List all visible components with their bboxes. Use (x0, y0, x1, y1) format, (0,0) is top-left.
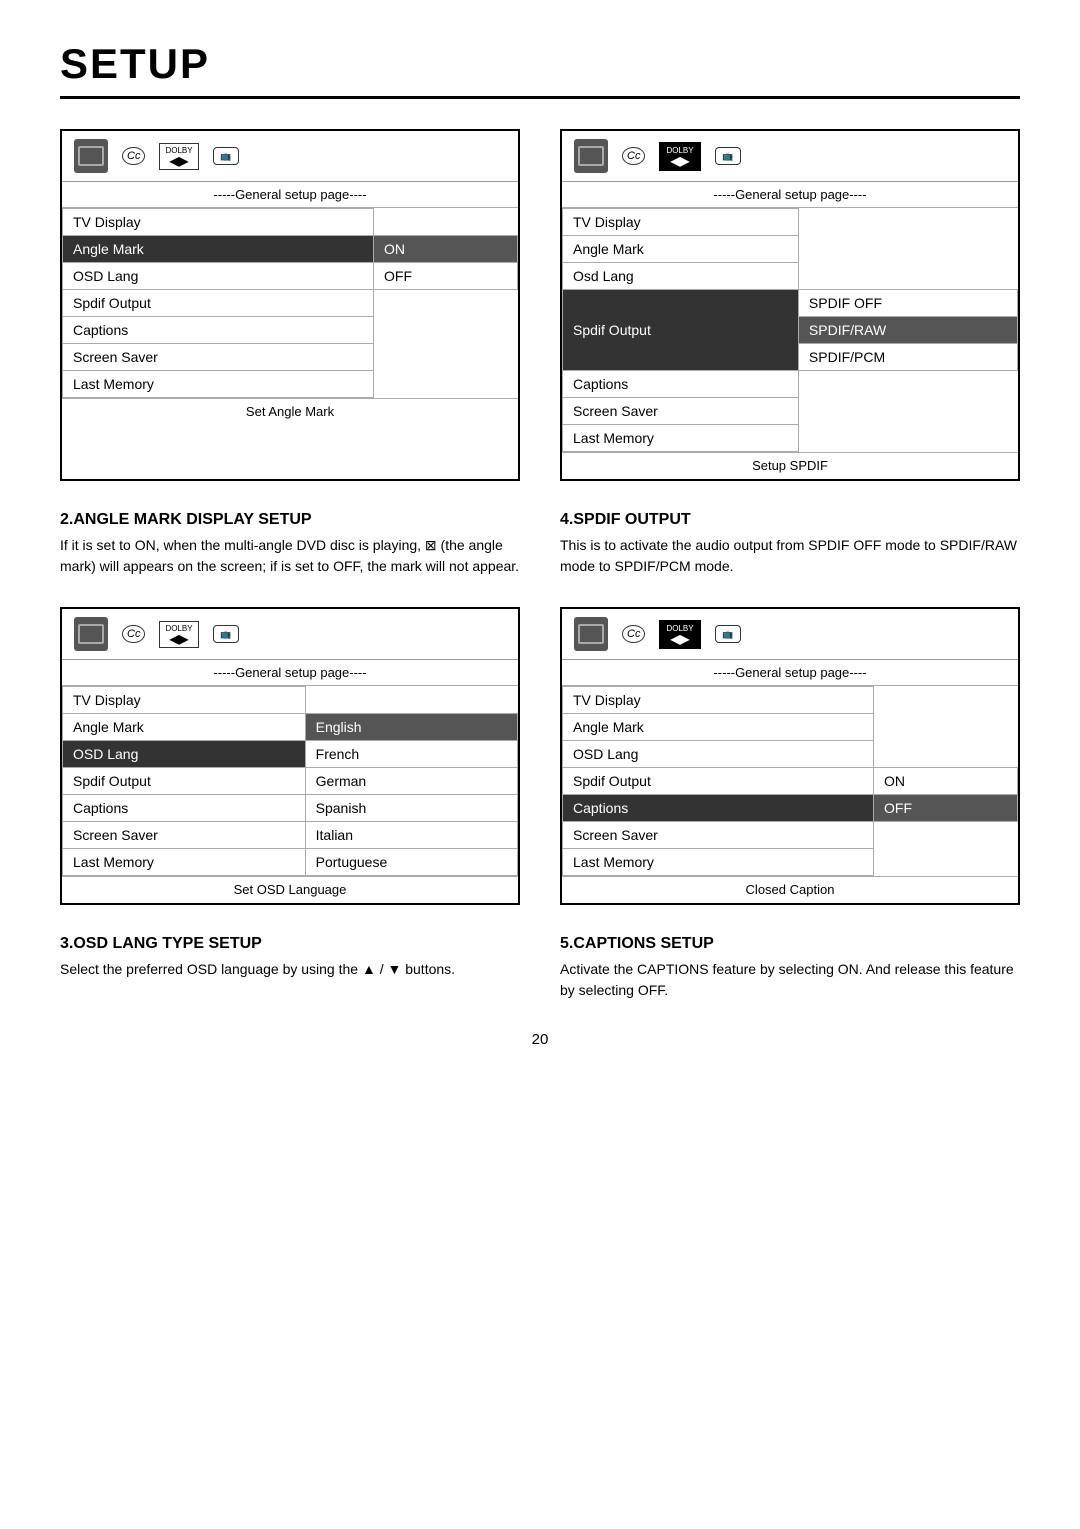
desc-angle-mark-title: 2.ANGLE MARK DISPLAY SETUP (60, 511, 520, 529)
disc-icon-4 (574, 617, 608, 651)
diagram-3: Cc DOLBY ◀▶ 📺 -----General setup page---… (60, 607, 520, 905)
desc-captions-title: 5.CAPTIONS SETUP (560, 935, 1020, 953)
desc-spdif-text: This is to activate the audio output fro… (560, 535, 1020, 577)
menu-row: Angle Mark (563, 236, 1018, 263)
page-number: 20 (60, 1031, 1020, 1048)
bottom-label-3: Set OSD Language (62, 876, 518, 903)
menu-row: Spdif OutputGerman (63, 768, 518, 795)
diagram-4: Cc DOLBY ◀▶ 📺 -----General setup page---… (560, 607, 1020, 905)
menu-row: Last Memory (563, 849, 1018, 876)
dolby-icon-4: DOLBY ◀▶ (659, 620, 700, 649)
bottom-label-2: Setup SPDIF (562, 452, 1018, 479)
menu-row: Captions (563, 371, 1018, 398)
menu-row: CaptionsOFF (563, 795, 1018, 822)
menu-row: Captions (63, 317, 518, 344)
eye-icon-2: 📺 (715, 147, 741, 165)
menu-row: Last Memory (563, 425, 1018, 452)
diagram-2-menu: TV Display Angle Mark Osd Lang Spdif Out… (562, 208, 1018, 452)
dolby-icon-3: DOLBY ◀▶ (159, 621, 198, 648)
bottom-label-1: Set Angle Mark (62, 398, 518, 425)
bottom-label-4: Closed Caption (562, 876, 1018, 903)
menu-row: OSD LangOFF (63, 263, 518, 290)
cc-icon-3: Cc (122, 625, 145, 643)
eye-icon: 📺 (213, 147, 239, 165)
menu-row: Osd Lang (563, 263, 1018, 290)
diagram-2: Cc DOLBY ◀▶ 📺 -----General setup page---… (560, 129, 1020, 481)
cc-icon: Cc (122, 147, 145, 165)
menu-row: Screen Saver (63, 344, 518, 371)
disc-icon-2 (574, 139, 608, 173)
diagram-1-menu: TV Display Angle MarkON OSD LangOFF Spdi… (62, 208, 518, 398)
eye-icon-4: 📺 (715, 625, 741, 643)
desc-angle-mark-text: If it is set to ON, when the multi-angle… (60, 535, 520, 577)
menu-row: Angle MarkON (63, 236, 518, 263)
menu-row: OSD Lang (563, 741, 1018, 768)
menu-row: TV Display (563, 687, 1018, 714)
cc-icon-4: Cc (622, 625, 645, 643)
setup-page-label-2: -----General setup page---- (562, 182, 1018, 208)
diagram-4-menu: TV Display Angle Mark OSD Lang Spdif Out… (562, 686, 1018, 876)
menu-row: Screen Saver (563, 822, 1018, 849)
page-title: SETUP (60, 40, 1020, 99)
menu-row: Screen Saver (563, 398, 1018, 425)
menu-row: Angle Mark (563, 714, 1018, 741)
menu-row: Last Memory (63, 371, 518, 398)
disc-icon (74, 139, 108, 173)
menu-row: OSD LangFrench (63, 741, 518, 768)
desc-spdif-title: 4.SPDIF OUTPUT (560, 511, 1020, 529)
dolby-icon: DOLBY ◀▶ (159, 143, 198, 170)
desc-osd-text: Select the preferred OSD language by usi… (60, 959, 520, 980)
diagram-2-icons: Cc DOLBY ◀▶ 📺 (562, 131, 1018, 182)
menu-row: Angle MarkEnglish (63, 714, 518, 741)
desc-osd: 3.OSD LANG TYPE SETUP Select the preferr… (60, 935, 520, 1001)
menu-row: Last MemoryPortuguese (63, 849, 518, 876)
desc-captions: 5.CAPTIONS SETUP Activate the CAPTIONS f… (560, 935, 1020, 1001)
diagrams-row-1: Cc DOLBY ◀▶ 📺 -----General setup page---… (60, 129, 1020, 481)
desc-captions-text: Activate the CAPTIONS feature by selecti… (560, 959, 1020, 1001)
menu-row: CaptionsSpanish (63, 795, 518, 822)
cc-icon-2: Cc (622, 147, 645, 165)
menu-row: Spdif OutputON (563, 768, 1018, 795)
dolby-icon-2: DOLBY ◀▶ (659, 142, 700, 171)
menu-row: Spdif Output (63, 290, 518, 317)
desc-spdif: 4.SPDIF OUTPUT This is to activate the a… (560, 511, 1020, 577)
setup-page-label-1: -----General setup page---- (62, 182, 518, 208)
menu-row: TV Display (63, 687, 518, 714)
menu-row: TV Display (63, 209, 518, 236)
setup-page-label-3: -----General setup page---- (62, 660, 518, 686)
disc-icon-3 (74, 617, 108, 651)
desc-angle-mark: 2.ANGLE MARK DISPLAY SETUP If it is set … (60, 511, 520, 577)
diagram-1-icons: Cc DOLBY ◀▶ 📺 (62, 131, 518, 182)
diagram-3-menu: TV Display Angle MarkEnglish OSD LangFre… (62, 686, 518, 876)
menu-row: Screen SaverItalian (63, 822, 518, 849)
diagram-1: Cc DOLBY ◀▶ 📺 -----General setup page---… (60, 129, 520, 481)
desc-osd-title: 3.OSD LANG TYPE SETUP (60, 935, 520, 953)
diagram-4-icons: Cc DOLBY ◀▶ 📺 (562, 609, 1018, 660)
diagrams-row-2: Cc DOLBY ◀▶ 📺 -----General setup page---… (60, 607, 1020, 905)
menu-row: TV Display (563, 209, 1018, 236)
eye-icon-3: 📺 (213, 625, 239, 643)
desc-row-2: 3.OSD LANG TYPE SETUP Select the preferr… (60, 935, 1020, 1001)
setup-page-label-4: -----General setup page---- (562, 660, 1018, 686)
diagram-3-icons: Cc DOLBY ◀▶ 📺 (62, 609, 518, 660)
menu-row: Spdif Output SPDIF OFF SPDIF/RAW SPDIF/P… (563, 290, 1018, 371)
desc-row-1: 2.ANGLE MARK DISPLAY SETUP If it is set … (60, 511, 1020, 577)
